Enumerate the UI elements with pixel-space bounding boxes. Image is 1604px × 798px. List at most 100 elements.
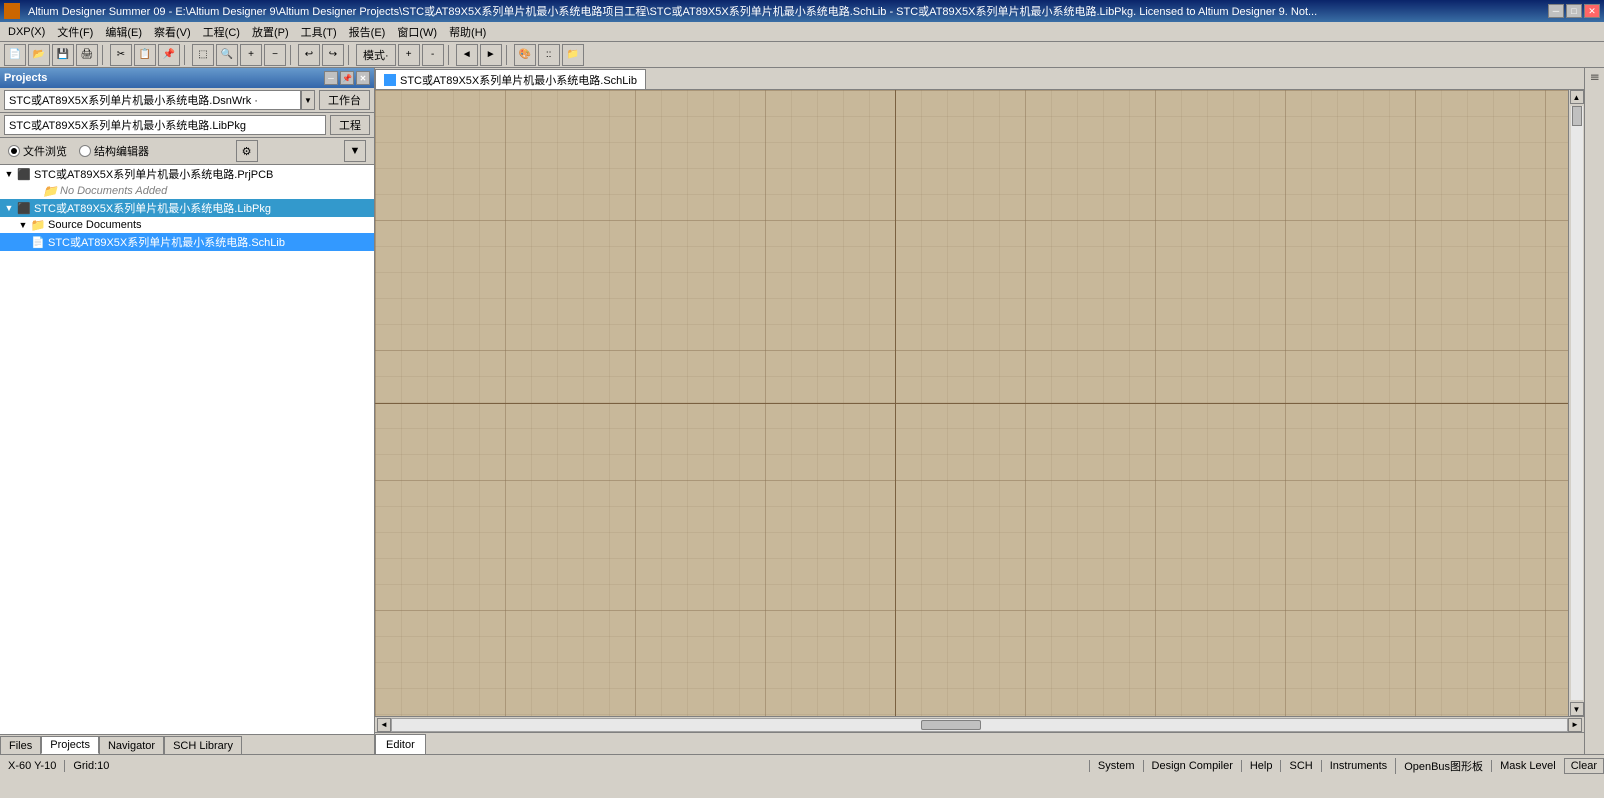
toolbar-right-arrow[interactable]: ► <box>480 44 502 66</box>
toolbar-new[interactable]: 📄 <box>4 44 26 66</box>
menu-place[interactable]: 放置(P) <box>246 22 295 42</box>
status-openbus[interactable]: OpenBus图形板 <box>1395 758 1491 774</box>
tab-navigator[interactable]: Navigator <box>99 736 164 754</box>
editor-tab-bar: STC或AT89X5X系列单片机最小系统电路.SchLib <box>375 68 1584 90</box>
panel-tabs: Files Projects Navigator SCH Library <box>0 734 374 754</box>
vscroll-thumb[interactable] <box>1572 106 1582 126</box>
close-button[interactable]: ✕ <box>1584 4 1600 18</box>
panel-minimize-btn[interactable]: ─ <box>324 71 338 85</box>
clear-button[interactable]: Clear <box>1564 758 1604 774</box>
expander-prjpcb[interactable]: ▼ <box>2 167 16 181</box>
panel-dropdown-row-2: STC或AT89X5X系列单片机最小系统电路.LibPkg 工程 <box>0 113 374 138</box>
toolbar-color[interactable]: 🎨 <box>514 44 536 66</box>
menu-view[interactable]: 察看(V) <box>148 22 197 42</box>
editor-tab-schlib[interactable]: STC或AT89X5X系列单片机最小系统电路.SchLib <box>375 69 646 89</box>
hscroll-thumb[interactable] <box>921 720 981 730</box>
tree-label-no-docs: No Documents Added <box>60 185 372 197</box>
editor-tab-editor[interactable]: Editor <box>375 734 426 754</box>
toolbar-zoom-out[interactable]: − <box>264 44 286 66</box>
tree-label-libpkg: STC或AT89X5X系列单片机最小系统电路.LibPkg <box>34 200 372 216</box>
radio-struct-editor[interactable]: 结构编辑器 <box>79 143 149 159</box>
toolbar-print-prev[interactable]: 🖨 <box>76 44 98 66</box>
tab-sch-library[interactable]: SCH Library <box>164 736 242 754</box>
maximize-button[interactable]: □ <box>1566 4 1582 18</box>
toolbar-copy[interactable]: 📋 <box>134 44 156 66</box>
panel-pin-btn[interactable]: 📌 <box>340 71 354 85</box>
project-button[interactable]: 工程 <box>330 115 370 135</box>
toolbar-open[interactable]: 📂 <box>28 44 50 66</box>
toolbar-folder[interactable]: 📁 <box>562 44 584 66</box>
app-icon <box>4 3 20 19</box>
status-instruments[interactable]: Instruments <box>1321 760 1395 772</box>
menu-window[interactable]: 窗口(W) <box>391 22 443 42</box>
toolbar-mode-minus[interactable]: - <box>422 44 444 66</box>
toolbar-cut[interactable]: ✂ <box>110 44 132 66</box>
toolbar-save[interactable]: 💾 <box>52 44 74 66</box>
toolbar-mode-plus[interactable]: + <box>398 44 420 66</box>
panel-radio-row: 文件浏览 结构编辑器 ⚙ ▼ <box>0 138 374 165</box>
vscroll-down-btn[interactable]: ▼ <box>1570 702 1584 716</box>
status-bar: X-60 Y-10 Grid:10 System Design Compiler… <box>0 754 1604 776</box>
toolbar: 📄 📂 💾 🖨 ✂ 📋 📌 ⬚ 🔍 + − ↩ ↪ 模式· + - ◄ ► 🎨 … <box>0 42 1604 68</box>
minimize-button[interactable]: ─ <box>1548 4 1564 18</box>
tree-label-prjpcb: STC或AT89X5X系列单片机最小系统电路.PrjPCB <box>34 166 372 182</box>
panel-more-btn[interactable]: ▼ <box>344 140 366 162</box>
menu-help[interactable]: 帮助(H) <box>443 22 492 42</box>
toolbar-left-arrow[interactable]: ◄ <box>456 44 478 66</box>
tree-item-prjpcb[interactable]: ▼ ⬛ STC或AT89X5X系列单片机最小系统电路.PrjPCB <box>0 165 374 183</box>
status-help[interactable]: Help <box>1241 760 1281 772</box>
radio-file-browse[interactable]: 文件浏览 <box>8 143 67 159</box>
panel-settings-btn[interactable]: ⚙ <box>236 140 258 162</box>
status-coords: X-60 Y-10 <box>0 760 64 772</box>
expander-libpkg[interactable]: ▼ <box>2 201 16 215</box>
editor-bottom-tab-bar: Editor <box>375 732 1584 754</box>
tree-item-libpkg[interactable]: ▼ ⬛ STC或AT89X5X系列单片机最小系统电路.LibPkg <box>0 199 374 217</box>
horizontal-scrollbar[interactable]: ◄ ► <box>375 716 1584 732</box>
menu-dxp[interactable]: DXP(X) <box>2 24 51 40</box>
workspace-dropdown[interactable]: STC或AT89X5X系列单片机最小系统电路.DsnWrk · <box>4 90 301 110</box>
hscroll-right-btn[interactable]: ► <box>1568 718 1582 732</box>
canvas-area[interactable]: ▲ ▼ <box>375 90 1584 716</box>
vscroll-track <box>1571 106 1583 700</box>
tree-label-source-docs: Source Documents <box>48 219 372 231</box>
panel-close-btn[interactable]: ✕ <box>356 71 370 85</box>
status-system[interactable]: System <box>1089 760 1143 772</box>
tab-projects[interactable]: Projects <box>41 736 99 754</box>
canvas-hline <box>375 403 1584 404</box>
status-sch[interactable]: SCH <box>1280 760 1320 772</box>
toolbar-redo[interactable]: ↪ <box>322 44 344 66</box>
tree-item-schlib[interactable]: 📄 STC或AT89X5X系列单片机最小系统电路.SchLib <box>0 233 374 251</box>
workspace-dropdown-arrow[interactable]: ▼ <box>301 90 315 110</box>
menu-report[interactable]: 报告(E) <box>343 22 392 42</box>
toolbar-grid[interactable]: :: <box>538 44 560 66</box>
panel-title: Projects <box>4 72 47 84</box>
menu-file[interactable]: 文件(F) <box>51 22 99 42</box>
toolbar-sep-4 <box>348 45 352 65</box>
workbench-button[interactable]: 工作台 <box>319 90 370 110</box>
radio-struct-circle <box>79 145 91 157</box>
menu-edit[interactable]: 编辑(E) <box>99 22 148 42</box>
vertical-scrollbar[interactable]: ▲ ▼ <box>1568 90 1584 716</box>
status-design-compiler[interactable]: Design Compiler <box>1143 760 1241 772</box>
vscroll-up-btn[interactable]: ▲ <box>1570 90 1584 104</box>
folder-icon-no-docs: 📁 <box>42 184 58 198</box>
radio-file-dot <box>11 148 17 154</box>
tree-item-source-docs[interactable]: ▼ 📁 Source Documents <box>0 217 374 233</box>
expander-source-docs[interactable]: ▼ <box>16 218 30 232</box>
toolbar-select[interactable]: ⬚ <box>192 44 214 66</box>
status-mask-level: Mask Level <box>1491 760 1564 772</box>
toolbar-paste[interactable]: 📌 <box>158 44 180 66</box>
tree-item-no-docs: 📁 No Documents Added <box>0 183 374 199</box>
project-tree[interactable]: ▼ ⬛ STC或AT89X5X系列单片机最小系统电路.PrjPCB 📁 No D… <box>0 165 374 734</box>
tab-schlib-icon <box>384 74 396 86</box>
panel-dropdown-row-1: STC或AT89X5X系列单片机最小系统电路.DsnWrk · ▼ 工作台 <box>0 88 374 113</box>
toolbar-sep-5 <box>448 45 452 65</box>
toolbar-mode[interactable]: 模式· <box>356 44 396 66</box>
menu-tools[interactable]: 工具(T) <box>295 22 343 42</box>
hscroll-left-btn[interactable]: ◄ <box>377 718 391 732</box>
tab-files[interactable]: Files <box>0 736 41 754</box>
menu-project[interactable]: 工程(C) <box>197 22 246 42</box>
toolbar-undo[interactable]: ↩ <box>298 44 320 66</box>
toolbar-filter[interactable]: 🔍 <box>216 44 238 66</box>
toolbar-zoom-in[interactable]: + <box>240 44 262 66</box>
